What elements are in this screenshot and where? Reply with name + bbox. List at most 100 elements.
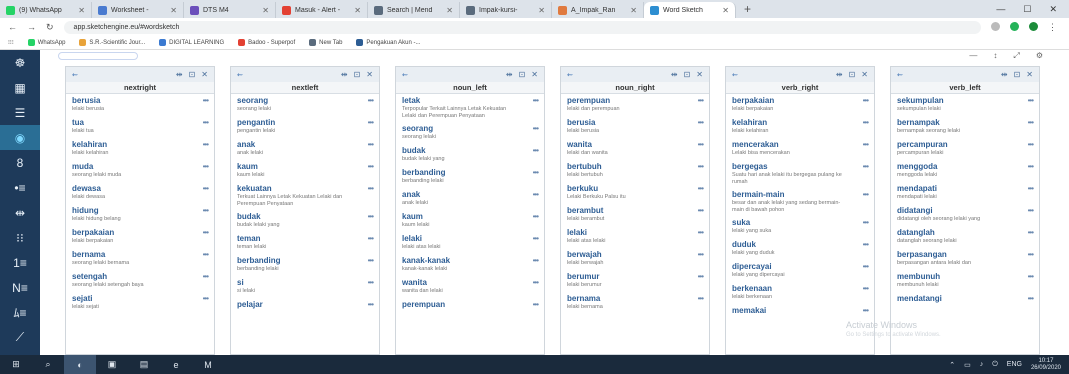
more-options-icon[interactable]: •••: [368, 162, 374, 171]
collocation-item[interactable]: sejati lelaki sejati •••: [66, 292, 214, 314]
more-options-icon[interactable]: •••: [698, 294, 704, 303]
collocation-item[interactable]: dipercayai lelaki yang dipercayai •••: [726, 260, 874, 282]
collocation-item[interactable]: kaum kaum lelaki •••: [396, 210, 544, 232]
more-options-icon[interactable]: •••: [698, 184, 704, 193]
more-options-icon[interactable]: •••: [1028, 184, 1034, 193]
files-icon[interactable]: ▤: [128, 355, 160, 374]
expand-icon[interactable]: ⇹: [671, 70, 678, 79]
collocate-word[interactable]: lelaki: [567, 228, 703, 238]
close-icon[interactable]: ✕: [446, 6, 453, 15]
browser-tab[interactable]: Impak-kursi- ✕: [460, 2, 552, 18]
more-options-icon[interactable]: •••: [698, 206, 704, 215]
keywords-icon[interactable]: 1≡: [0, 250, 40, 275]
more-options-icon[interactable]: •••: [863, 118, 869, 127]
maximize-icon[interactable]: ⊡: [519, 70, 526, 79]
maximize-icon[interactable]: ⊡: [189, 70, 196, 79]
collocation-item[interactable]: kelahiran lelaki kelahiran •••: [726, 116, 874, 138]
thesaurus-icon[interactable]: 8: [0, 150, 40, 175]
collocate-word[interactable]: kelahiran: [72, 140, 208, 150]
collocation-item[interactable]: berwajah lelaki berwajah •••: [561, 248, 709, 270]
collocate-word[interactable]: bermain-main: [732, 190, 868, 200]
close-icon[interactable]: ✕: [722, 6, 729, 15]
collocate-word[interactable]: perempuan: [402, 300, 538, 310]
drag-handle-icon[interactable]: ⇜: [732, 71, 738, 79]
collocate-word[interactable]: mencerakan: [732, 140, 868, 150]
language-indicator[interactable]: ENG: [1007, 361, 1022, 368]
tray-expand-icon[interactable]: ⌃: [949, 361, 955, 369]
collocate-word[interactable]: teman: [237, 234, 373, 244]
collocate-word[interactable]: berpasangan: [897, 250, 1033, 260]
more-options-icon[interactable]: •••: [1028, 140, 1034, 149]
close-icon[interactable]: ✕: [262, 6, 269, 15]
collocate-word[interactable]: wanita: [402, 278, 538, 288]
collocation-item[interactable]: berusia lelaki berusia •••: [66, 94, 214, 116]
collocate-word[interactable]: bergegas: [732, 162, 868, 172]
collocation-item[interactable]: kekuatan Terkuat Lainnya Letak Kekuatan L…: [231, 182, 379, 210]
collocate-word[interactable]: dipercayai: [732, 262, 868, 272]
collocate-word[interactable]: kaum: [402, 212, 538, 222]
more-options-icon[interactable]: •••: [533, 96, 539, 105]
collocate-word[interactable]: anak: [402, 190, 538, 200]
collocation-item[interactable]: wanita wanita dan lelaki •••: [396, 276, 544, 298]
collocation-item[interactable]: kelahiran lelaki kelahiran •••: [66, 138, 214, 160]
collocation-item[interactable]: percampuran percampuran lelaki •••: [891, 138, 1039, 160]
power-icon[interactable]: ⏻: [992, 361, 998, 369]
ngrams-icon[interactable]: ⁝⁝: [0, 225, 40, 250]
minimize-button[interactable]: —: [996, 4, 1005, 15]
collocation-item[interactable]: kanak-kanak kanak-kanak lelaki •••: [396, 254, 544, 276]
more-options-icon[interactable]: •••: [368, 234, 374, 243]
collocate-word[interactable]: muda: [72, 162, 208, 172]
collocation-item[interactable]: berpasangan berpasangan antara lelaki dan…: [891, 248, 1039, 270]
start-icon[interactable]: ⊞: [0, 355, 32, 374]
extension-icon[interactable]: [991, 21, 1000, 31]
chrome-icon[interactable]: ◐: [64, 355, 96, 374]
collocation-item[interactable]: membunuh membunuh lelaki •••: [891, 270, 1039, 292]
more-options-icon[interactable]: •••: [203, 162, 209, 171]
dashboard-icon[interactable]: ▦: [0, 75, 40, 100]
collocate-word[interactable]: letak: [402, 96, 538, 106]
collocation-item[interactable]: menggoda menggoda lelaki •••: [891, 160, 1039, 182]
collocation-item[interactable]: kaum kaum lelaki •••: [231, 160, 379, 182]
collocate-word[interactable]: sejati: [72, 294, 208, 304]
collocation-item[interactable]: teman teman lelaki •••: [231, 232, 379, 254]
browser-tab[interactable]: (9) WhatsApp ✕: [0, 2, 92, 18]
more-options-icon[interactable]: •••: [1028, 272, 1034, 281]
more-options-icon[interactable]: •••: [203, 96, 209, 105]
collocation-item[interactable]: suka lelaki yang suka •••: [726, 216, 874, 238]
mail-icon[interactable]: M: [192, 355, 224, 374]
expand-icon[interactable]: ⇹: [836, 70, 843, 79]
browser-tab[interactable]: Worksheet - ✕: [92, 2, 184, 18]
collocation-item[interactable]: si si lelaki •••: [231, 276, 379, 298]
collocate-word[interactable]: percampuran: [897, 140, 1033, 150]
more-options-icon[interactable]: •••: [1028, 250, 1034, 259]
collocation-item[interactable]: letak Terpopular Terkait Lainnya Letak Ke…: [396, 94, 544, 122]
collocate-word[interactable]: berusia: [72, 96, 208, 106]
fullscreen-icon[interactable]: ⤢: [1013, 51, 1019, 61]
close-icon[interactable]: ✕: [201, 70, 208, 79]
collocate-word[interactable]: setengah: [72, 272, 208, 282]
expand-icon[interactable]: ⇹: [341, 70, 348, 79]
expand-icon[interactable]: ⇹: [176, 70, 183, 79]
collocation-item[interactable]: didatangi didatangi oleh seorang lelaki y…: [891, 204, 1039, 226]
more-options-icon[interactable]: •••: [203, 140, 209, 149]
maximize-icon[interactable]: ⊡: [849, 70, 856, 79]
close-icon[interactable]: ✕: [531, 70, 538, 79]
bookmark-item[interactable]: Pengakuan Akun -...: [356, 39, 420, 46]
close-icon[interactable]: ✕: [170, 6, 177, 15]
close-icon[interactable]: ✕: [354, 6, 361, 15]
collocate-word[interactable]: tua: [72, 118, 208, 128]
more-options-icon[interactable]: •••: [698, 272, 704, 281]
more-options-icon[interactable]: •••: [698, 140, 704, 149]
collocate-word[interactable]: membunuh: [897, 272, 1033, 282]
browser-tab[interactable]: Masuk - Alert - ✕: [276, 2, 368, 18]
collocation-item[interactable]: berkuku Lelaki Berkuku Palsu itu •••: [561, 182, 709, 204]
collocate-word[interactable]: berpakaian: [72, 228, 208, 238]
collocate-word[interactable]: bernama: [72, 250, 208, 260]
more-options-icon[interactable]: •••: [533, 190, 539, 199]
more-options-icon[interactable]: •••: [698, 96, 704, 105]
maximize-icon[interactable]: ⊡: [1014, 70, 1021, 79]
collocation-item[interactable]: perempuan lelaki dan perempuan •••: [561, 94, 709, 116]
collocation-item[interactable]: pelajar •••: [231, 298, 379, 320]
more-options-icon[interactable]: •••: [863, 218, 869, 227]
more-options-icon[interactable]: •••: [203, 294, 209, 303]
